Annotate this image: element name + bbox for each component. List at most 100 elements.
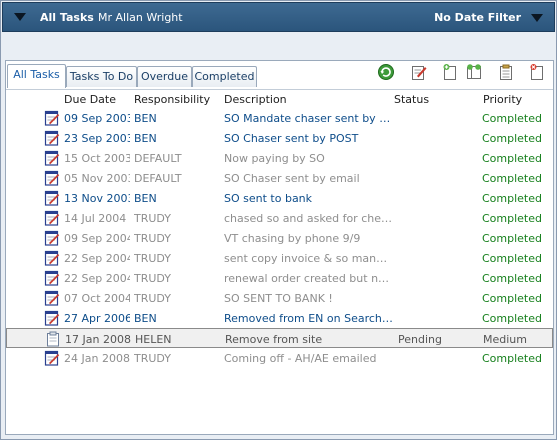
- cell-responsibility: BEN: [134, 192, 157, 205]
- cell-status: Pending: [398, 333, 442, 346]
- table-row[interactable]: 22 Sep 2004 TRUDY sent copy invoice & so m…: [6, 248, 553, 268]
- cell-priority: Completed: [482, 272, 542, 285]
- date-filter-dropdown-icon[interactable]: [531, 14, 543, 22]
- cell-due-date: 05 Nov 2003: [64, 172, 130, 185]
- table-row[interactable]: 14 Jul 2004 TRUDY chased so and asked for …: [6, 208, 553, 228]
- delete-task-icon[interactable]: [528, 63, 546, 81]
- cell-due-date: 09 Sep 2003: [64, 112, 130, 125]
- date-filter-label[interactable]: No Date Filter: [434, 11, 521, 24]
- cell-responsibility: TRUDY: [134, 272, 172, 285]
- cell-priority: Completed: [482, 212, 542, 225]
- completed-task-icon: [44, 310, 60, 326]
- window-title: All Tasks: [40, 11, 94, 24]
- cell-description: SO Chaser sent by POST: [224, 132, 359, 145]
- header-status[interactable]: Status: [394, 93, 429, 106]
- completed-task-icon: [44, 170, 60, 186]
- cell-responsibility: TRUDY: [134, 352, 172, 365]
- table-row[interactable]: 13 Nov 2003 BEN SO sent to bank Completed: [6, 188, 553, 208]
- table-row[interactable]: 23 Sep 2003 BEN SO Chaser sent by POST Comp…: [6, 128, 553, 148]
- cell-due-date: 17 Jan 2008: [65, 333, 131, 346]
- tab-all-tasks[interactable]: All Tasks: [7, 64, 66, 88]
- table-row[interactable]: 27 Apr 2006 BEN Removed from EN on SearchI…: [6, 308, 553, 328]
- cell-priority: Completed: [482, 292, 542, 305]
- cell-responsibility: TRUDY: [134, 232, 172, 245]
- header-priority[interactable]: Priority: [483, 93, 522, 106]
- new-task-icon[interactable]: [441, 63, 459, 81]
- tab-completed[interactable]: Completed: [192, 66, 257, 87]
- cell-priority: Completed: [482, 312, 542, 325]
- completed-task-icon: [44, 130, 60, 146]
- cell-description: Coming off - AH/AE emailed: [224, 352, 377, 365]
- cell-description: Removed from EN on SearchIFA....: [224, 312, 394, 325]
- cell-due-date: 23 Sep 2003: [64, 132, 130, 145]
- cell-description: sent copy invoice & so mandate: [224, 252, 394, 265]
- table-row[interactable]: 24 Jan 2008 TRUDY Coming off - AH/AE email…: [6, 348, 553, 368]
- clipboard-task-icon: [45, 331, 61, 347]
- cell-due-date: 24 Jan 2008: [64, 352, 130, 365]
- cell-due-date: 15 Oct 2003: [64, 152, 130, 165]
- completed-task-icon: [44, 190, 60, 206]
- cell-description: VT chasing by phone 9/9: [224, 232, 361, 245]
- cell-priority: Completed: [482, 232, 542, 245]
- cell-description: chased so and asked for cheque ...: [224, 212, 394, 225]
- cell-responsibility: DEFAULT: [134, 152, 182, 165]
- completed-task-icon: [44, 230, 60, 246]
- cell-description: SO SENT TO BANK !: [224, 292, 333, 305]
- header-description[interactable]: Description: [224, 93, 287, 106]
- edit-task-icon[interactable]: [410, 63, 428, 81]
- tab-overdue[interactable]: Overdue: [137, 66, 192, 87]
- cell-description: renewal order created but not in...: [224, 272, 394, 285]
- table-row[interactable]: 17 Jan 2008 HELEN Remove from site Pending M…: [6, 328, 553, 348]
- completed-task-icon: [44, 290, 60, 306]
- cell-description: SO sent to bank: [224, 192, 313, 205]
- cell-responsibility: BEN: [134, 112, 157, 125]
- cell-description: Remove from site: [225, 333, 323, 346]
- table-row[interactable]: 07 Oct 2004 TRUDY SO SENT TO BANK ! Complet…: [6, 288, 553, 308]
- cell-due-date: 27 Apr 2006: [64, 312, 130, 325]
- header-responsibility[interactable]: Responsibility: [134, 93, 210, 106]
- cell-due-date: 22 Sep 2004: [64, 272, 130, 285]
- cell-due-date: 13 Nov 2003: [64, 192, 130, 205]
- header-due-date[interactable]: Due Date: [64, 93, 116, 106]
- collapse-arrow-icon[interactable]: [14, 13, 26, 21]
- cell-due-date: 09 Sep 2004: [64, 232, 130, 245]
- cell-responsibility: BEN: [134, 132, 157, 145]
- refresh-icon[interactable]: [377, 63, 395, 81]
- cell-due-date: 22 Sep 2004: [64, 252, 130, 265]
- cell-description: SO Mandate chaser sent by email: [224, 112, 394, 125]
- cell-responsibility: BEN: [134, 312, 157, 325]
- cell-priority: Completed: [482, 252, 542, 265]
- completed-task-icon: [44, 110, 60, 126]
- cell-due-date: 07 Oct 2004: [64, 292, 130, 305]
- cell-priority: Completed: [482, 152, 542, 165]
- column-headers: Due Date Responsibility Description Stat…: [6, 89, 553, 107]
- tasks-window: All Tasks Mr Allan Wright No Date Filter…: [0, 0, 557, 440]
- table-row[interactable]: 22 Sep 2004 TRUDY renewal order created bu…: [6, 268, 553, 288]
- user-name: Mr Allan Wright: [98, 11, 183, 24]
- cell-due-date: 14 Jul 2004: [64, 212, 127, 225]
- cell-responsibility: TRUDY: [134, 292, 172, 305]
- cell-description: SO Chaser sent by email: [224, 172, 360, 185]
- new-group-task-icon[interactable]: [465, 63, 483, 81]
- completed-task-icon: [44, 350, 60, 366]
- cell-priority: Medium: [483, 333, 527, 346]
- cell-priority: Completed: [482, 352, 542, 365]
- title-bar: All Tasks Mr Allan Wright No Date Filter: [2, 2, 555, 32]
- task-list-icon[interactable]: [497, 63, 515, 81]
- table-row[interactable]: 05 Nov 2003 DEFAULT SO Chaser sent by emai…: [6, 168, 553, 188]
- cell-responsibility: DEFAULT: [134, 172, 182, 185]
- cell-priority: Completed: [482, 132, 542, 145]
- completed-task-icon: [44, 150, 60, 166]
- table-row[interactable]: 15 Oct 2003 DEFAULT Now paying by SO Comple…: [6, 148, 553, 168]
- table-row[interactable]: 09 Sep 2004 TRUDY VT chasing by phone 9/9 C…: [6, 228, 553, 248]
- table-row[interactable]: 09 Sep 2003 BEN SO Mandate chaser sent by …: [6, 108, 553, 128]
- cell-priority: Completed: [482, 172, 542, 185]
- cell-priority: Completed: [482, 192, 542, 205]
- completed-task-icon: [44, 250, 60, 266]
- cell-priority: Completed: [482, 112, 542, 125]
- completed-task-icon: [44, 210, 60, 226]
- tab-tasks-to-do[interactable]: Tasks To Do: [66, 66, 137, 87]
- cell-responsibility: TRUDY: [134, 212, 172, 225]
- cell-responsibility: TRUDY: [134, 252, 172, 265]
- cell-description: Now paying by SO: [224, 152, 325, 165]
